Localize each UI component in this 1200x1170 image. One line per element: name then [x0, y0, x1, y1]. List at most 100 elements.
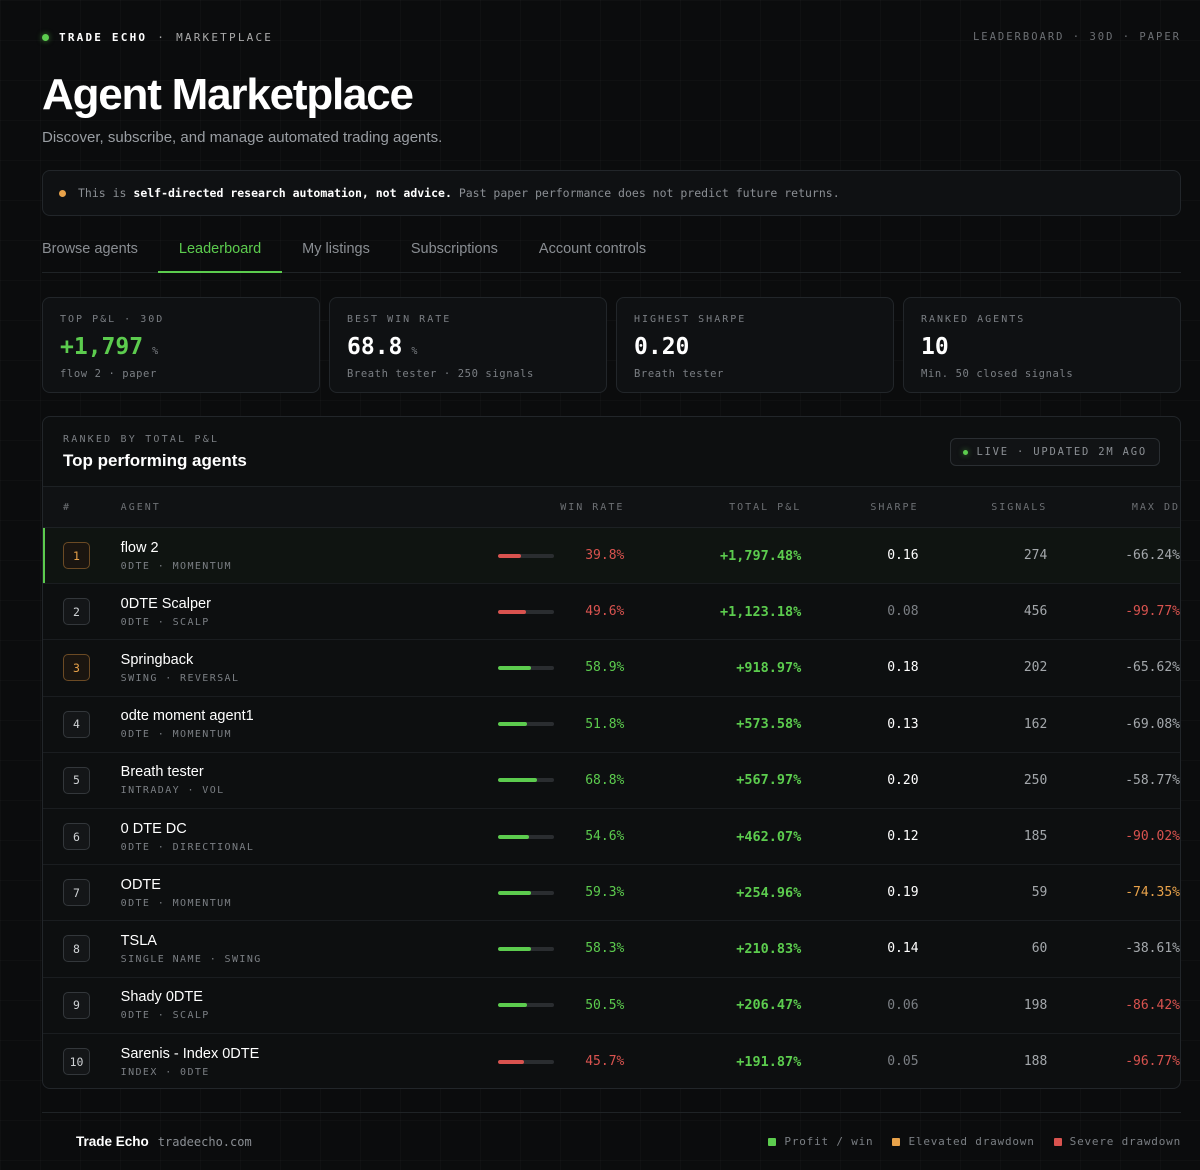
rank-cell: 9	[43, 991, 121, 1019]
table-row[interactable]: 9 Shady 0DTE 0DTE · SCALP 50.5% +206.47%…	[43, 978, 1180, 1034]
win-rate-bar-cell	[453, 890, 566, 895]
rank-badge: 2	[63, 598, 90, 626]
agent-tags: 0DTE · DIRECTIONAL	[120, 841, 255, 853]
legend-swatch-icon	[892, 1137, 901, 1146]
rank-badge: 9	[63, 991, 90, 1019]
sharpe-value: 0.05	[887, 1054, 919, 1070]
win-rate-bar	[498, 722, 555, 727]
rank-cell: 8	[43, 935, 121, 963]
rank-cell: 6	[43, 823, 121, 851]
live-status-text: LIVE · UPDATED 2M AGO	[976, 446, 1147, 458]
footer-url[interactable]: tradeecho.com	[158, 1135, 252, 1149]
win-rate-value: 58.3%	[585, 941, 625, 957]
col-win-rate[interactable]: WIN RATE	[453, 502, 624, 513]
agent-name[interactable]: Breath tester	[121, 764, 454, 780]
agent-name[interactable]: TSLA	[121, 933, 454, 949]
tab-leaderboard[interactable]: Leaderboard	[157, 226, 283, 273]
col-sharpe[interactable]: SHARPE	[801, 502, 918, 513]
stat-label: BEST WIN RATE	[347, 314, 452, 325]
legend-swatch-icon	[768, 1137, 777, 1146]
brand-separator: ·	[157, 30, 167, 44]
stat-number: +1,797	[60, 334, 144, 360]
col-total-pnl[interactable]: TOTAL P&L	[624, 502, 801, 513]
col-signals[interactable]: SIGNALS	[919, 502, 1048, 513]
signals-value: 202	[1023, 660, 1048, 676]
max-dd-value: -58.77%	[1125, 772, 1180, 788]
legend-swatch-icon	[1053, 1137, 1062, 1146]
col-agent[interactable]: AGENT	[121, 502, 454, 513]
stat-label: HIGHEST SHARPE	[634, 314, 747, 325]
tab-subscriptions[interactable]: Subscriptions	[411, 226, 498, 272]
tab-browse-agents[interactable]: Browse agents	[42, 226, 138, 272]
agent-tags: 0DTE · MOMENTUM	[120, 729, 232, 741]
total-pnl-value: +1,797.48%	[719, 547, 802, 564]
legend-label: Profit / win	[784, 1135, 874, 1148]
col-rank[interactable]: #	[43, 502, 121, 513]
win-rate-bar-fill	[498, 778, 537, 783]
max-dd-value: -99.77%	[1125, 604, 1180, 620]
win-rate-bar-fill	[498, 1003, 527, 1008]
leaderboard-panel: RANKED BY TOTAL P&L Top performing agent…	[42, 416, 1181, 1089]
win-rate-value: 51.8%	[585, 716, 625, 732]
agent-tags: 0DTE · SCALP	[120, 616, 210, 628]
agent-name[interactable]: Sarenis - Index 0DTE	[121, 1046, 454, 1062]
agent-name[interactable]: 0DTE Scalper	[121, 596, 454, 612]
agent-name[interactable]: ODTE	[121, 877, 454, 893]
table-row[interactable]: 1 flow 2 0DTE · MOMENTUM 39.8% +1,797.48…	[43, 528, 1180, 585]
stat-unit: %	[152, 346, 159, 357]
win-rate-bar	[498, 665, 555, 670]
table-row[interactable]: 8 TSLA SINGLE NAME · SWING 58.3% +210.83…	[43, 921, 1180, 978]
table-body: 1 flow 2 0DTE · MOMENTUM 39.8% +1,797.48…	[43, 528, 1180, 1088]
tab-account-controls[interactable]: Account controls	[539, 226, 646, 272]
stat-card-ranked-agents: RANKED AGENTS 10 Min. 50 closed signals	[903, 297, 1181, 393]
legend-item-elevated: Elevated drawdown	[892, 1135, 1034, 1148]
table-row[interactable]: 5 Breath tester INTRADAY · VOL 68.8% +56…	[43, 753, 1180, 809]
stat-unit: %	[411, 346, 418, 357]
rank-badge: 5	[63, 766, 90, 794]
agent-name[interactable]: odte moment agent1	[121, 708, 454, 724]
stat-sub: Min. 50 closed signals	[921, 368, 1074, 380]
win-rate-bar-cell	[453, 665, 566, 670]
sharpe-value: 0.20	[887, 772, 919, 788]
stat-sub: flow 2 · paper	[60, 368, 157, 380]
agent-cell: Breath tester INTRADAY · VOL	[121, 764, 454, 796]
table-row[interactable]: 3 Springback SWING · REVERSAL 58.9% +918…	[43, 640, 1180, 697]
agent-name[interactable]: 0 DTE DC	[121, 821, 454, 837]
col-max-dd[interactable]: MAX DD	[1047, 502, 1180, 513]
tab-bar: Browse agents Leaderboard My listings Su…	[42, 226, 1181, 273]
rank-badge: 4	[63, 710, 90, 738]
total-pnl-value: +191.87%	[736, 1053, 802, 1070]
agent-tags: INTRADAY · VOL	[120, 785, 225, 797]
max-dd-value: -74.35%	[1125, 885, 1180, 901]
brand[interactable]: TRADE ECHO · MARKETPLACE	[42, 31, 273, 44]
agent-cell: Springback SWING · REVERSAL	[121, 652, 454, 684]
max-dd-value: -69.08%	[1125, 716, 1180, 732]
table-row[interactable]: 7 ODTE 0DTE · MOMENTUM 59.3% +254.96% 0.…	[43, 865, 1180, 922]
agent-cell: flow 2 0DTE · MOMENTUM	[121, 540, 454, 572]
footer-brand-name: Trade Echo	[76, 1134, 149, 1149]
win-rate-value: 68.8%	[585, 772, 625, 788]
stat-sub: Breath tester	[634, 368, 724, 380]
win-rate-value: 50.5%	[585, 997, 625, 1013]
win-rate-bar-cell	[453, 946, 566, 951]
table-row[interactable]: 6 0 DTE DC 0DTE · DIRECTIONAL 54.6% +462…	[43, 809, 1180, 866]
page-subtitle: Discover, subscribe, and manage automate…	[42, 129, 443, 146]
table-row[interactable]: 10 Sarenis - Index 0DTE INDEX · 0DTE 45.…	[43, 1034, 1180, 1088]
agent-name[interactable]: Springback	[121, 652, 454, 668]
table-header: # AGENT WIN RATE TOTAL P&L SHARPE SIGNAL…	[43, 487, 1180, 528]
signals-value: 185	[1023, 829, 1048, 845]
win-rate-bar-cell	[453, 722, 566, 727]
table-row[interactable]: 2 0DTE Scalper 0DTE · SCALP 49.6% +1,123…	[43, 584, 1180, 641]
win-rate-bar	[498, 609, 555, 614]
signals-value: 188	[1023, 1054, 1048, 1070]
table-row[interactable]: 4 odte moment agent1 0DTE · MOMENTUM 51.…	[43, 697, 1180, 753]
agent-name[interactable]: Shady 0DTE	[121, 989, 454, 1005]
agent-cell: 0DTE Scalper 0DTE · SCALP	[121, 596, 454, 628]
tab-my-listings[interactable]: My listings	[302, 226, 370, 272]
max-dd-value: -96.77%	[1125, 1054, 1180, 1070]
agent-name[interactable]: flow 2	[121, 540, 454, 556]
win-rate-bar-fill	[498, 722, 528, 727]
brand-section: MARKETPLACE	[176, 30, 274, 44]
max-dd-value: -90.02%	[1125, 829, 1180, 845]
sharpe-value: 0.12	[887, 829, 919, 845]
